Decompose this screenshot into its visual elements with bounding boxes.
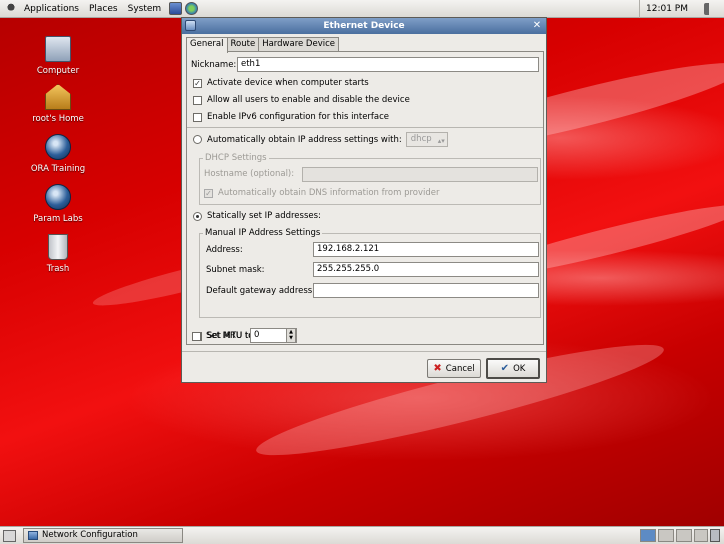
spin-arrows-icon[interactable]: ▲▼ — [286, 329, 295, 342]
set-mru-checkbox[interactable] — [192, 331, 201, 341]
enable-ipv6-checkbox[interactable] — [193, 112, 202, 122]
separator — [187, 127, 543, 128]
desktop-icon-param-labs[interactable]: Param Labs — [18, 184, 98, 224]
manual-ip-group: Manual IP Address Settings Address: 192.… — [199, 228, 541, 318]
mail-launcher-icon[interactable] — [169, 2, 183, 15]
auto-obtain-method-select: dhcp ▴▾ — [405, 132, 448, 147]
top-panel: Applications Places System 12:01 PM — [0, 0, 724, 18]
activate-on-boot-label: Activate device when computer starts — [207, 78, 369, 88]
desktop-icon-trash[interactable]: Trash — [18, 234, 98, 274]
auto-dns-checkbox — [204, 188, 213, 198]
dhcp-settings-group: DHCP Settings Hostname (optional): Autom… — [199, 153, 541, 205]
tab-bar: General Route Hardware Device — [186, 37, 339, 53]
set-mru-row[interactable]: Set MRU to: — [192, 331, 256, 341]
menu-system[interactable]: System — [123, 0, 167, 18]
computer-icon — [45, 36, 71, 62]
auto-obtain-radio[interactable] — [193, 135, 202, 144]
close-icon[interactable]: ✕ — [531, 20, 543, 32]
gateway-label: Default gateway address: — [206, 286, 316, 296]
cancel-icon: ✖ — [433, 363, 442, 374]
mru-spinbox[interactable]: 0 ▲ ▼ — [250, 328, 296, 343]
button-separator — [182, 351, 546, 352]
workspace-4[interactable] — [694, 529, 708, 542]
dialog-title: Ethernet Device — [323, 21, 405, 31]
tab-route[interactable]: Route — [226, 37, 260, 52]
address-input[interactable]: 192.168.2.121 — [313, 242, 539, 257]
menu-places[interactable]: Places — [84, 0, 123, 18]
auto-obtain-label: Automatically obtain IP address settings… — [207, 134, 402, 145]
static-ip-label: Statically set IP addresses: — [207, 211, 321, 221]
static-ip-row[interactable]: Statically set IP addresses: — [193, 211, 321, 221]
subnet-mask-input[interactable]: 255.255.255.0 — [313, 262, 539, 277]
allow-users-label: Allow all users to enable and disable th… — [207, 95, 410, 105]
cancel-button[interactable]: ✖ Cancel — [427, 359, 481, 378]
dialog-titlebar[interactable]: Ethernet Device ✕ — [182, 18, 546, 34]
bottom-panel: Network Configuration — [0, 526, 724, 544]
show-desktop-icon[interactable] — [3, 530, 16, 542]
home-folder-icon — [45, 84, 71, 110]
chevron-updown-icon: ▴▾ — [437, 137, 445, 145]
activate-on-boot-row[interactable]: Activate device when computer starts — [193, 78, 369, 88]
set-mru-label: Set MRU to: — [206, 331, 257, 341]
trash-icon — [48, 234, 68, 260]
browser-launcher-icon[interactable] — [185, 2, 199, 15]
manual-ip-label: Manual IP Address Settings — [203, 228, 323, 238]
clock[interactable]: 12:01 PM — [639, 0, 688, 18]
desktop-icon-computer[interactable]: Computer — [18, 36, 98, 76]
auto-obtain-row[interactable]: Automatically obtain IP address settings… — [193, 132, 448, 147]
tab-hardware-device[interactable]: Hardware Device — [258, 37, 339, 52]
trash-applet-icon[interactable] — [710, 529, 720, 542]
desktop-icon-ora-training[interactable]: ORA Training — [18, 134, 98, 174]
nickname-label: Nickname: — [191, 60, 237, 70]
workspace-1[interactable] — [640, 529, 656, 542]
taskbar-network-configuration[interactable]: Network Configuration — [23, 528, 183, 543]
menu-applications[interactable]: Applications — [19, 0, 84, 18]
hostname-input — [302, 167, 538, 182]
enable-ipv6-row[interactable]: Enable IPv6 configuration for this inter… — [193, 112, 389, 122]
ok-icon: ✔ — [500, 363, 510, 374]
globe-icon — [45, 134, 71, 160]
auto-dns-label: Automatically obtain DNS information fro… — [218, 188, 440, 198]
auto-dns-row: Automatically obtain DNS information fro… — [204, 188, 440, 198]
enable-ipv6-label: Enable IPv6 configuration for this inter… — [207, 112, 390, 122]
activate-on-boot-checkbox[interactable] — [193, 78, 202, 88]
workspace-3[interactable] — [676, 529, 692, 542]
tab-general[interactable]: General — [186, 37, 228, 53]
network-config-icon — [28, 531, 38, 540]
gateway-input[interactable] — [313, 283, 539, 298]
allow-users-row[interactable]: Allow all users to enable and disable th… — [193, 95, 410, 105]
volume-icon[interactable] — [704, 3, 716, 15]
desktop-icon-home[interactable]: root's Home — [18, 84, 98, 124]
gnome-foot-icon[interactable] — [5, 2, 17, 15]
nickname-input[interactable]: eth1 — [237, 57, 539, 72]
globe-icon — [45, 184, 71, 210]
dhcp-settings-label: DHCP Settings — [203, 153, 269, 163]
ok-button[interactable]: ✔ OK — [486, 358, 540, 379]
hostname-label: Hostname (optional): — [204, 169, 295, 179]
workspace-2[interactable] — [658, 529, 674, 542]
nickname-row: Nickname: — [191, 60, 236, 70]
subnet-mask-label: Subnet mask: — [206, 265, 265, 275]
static-ip-radio[interactable] — [193, 211, 202, 221]
allow-users-checkbox[interactable] — [193, 95, 202, 105]
window-menu-icon[interactable] — [185, 20, 196, 31]
address-label: Address: — [206, 245, 243, 255]
general-tab-panel: Nickname: eth1 Activate device when comp… — [186, 51, 544, 345]
ethernet-device-dialog: Ethernet Device ✕ General Route Hardware… — [181, 17, 547, 383]
